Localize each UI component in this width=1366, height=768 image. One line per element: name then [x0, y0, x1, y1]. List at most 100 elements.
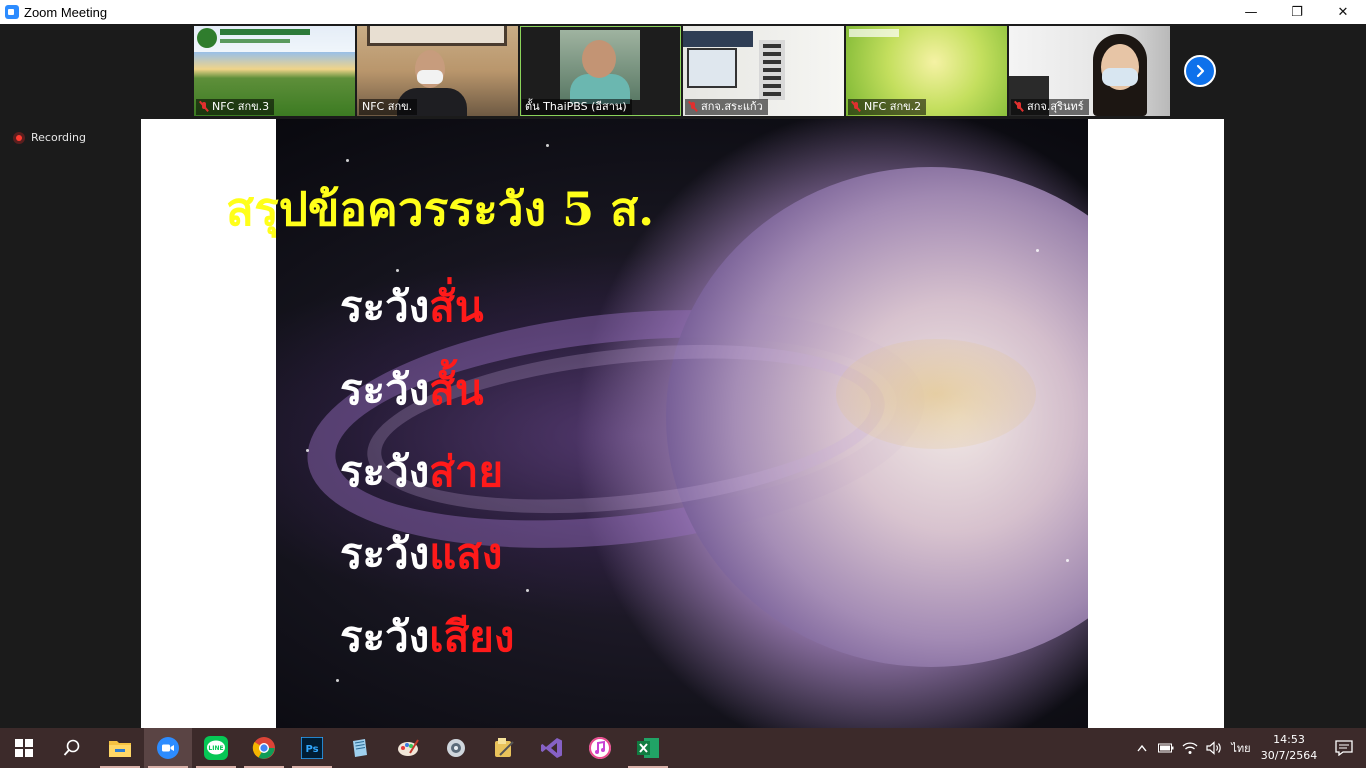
close-button[interactable]: ✕: [1320, 0, 1366, 24]
face-mask: [1102, 68, 1138, 86]
face-mask: [417, 70, 443, 84]
participant-strip: NFC สกข.3 NFC สกข. ตั้น ThaiPBS (อีสาน): [194, 26, 1170, 116]
virtual-background-logo: [849, 29, 899, 37]
meeting-area: NFC สกข.3 NFC สกข. ตั้น ThaiPBS (อีสาน): [0, 24, 1366, 728]
volume-button[interactable]: [1202, 728, 1226, 768]
visual-studio-icon: [541, 738, 562, 758]
taskbar-tools[interactable]: [480, 728, 528, 768]
participant-tile[interactable]: NFC สกข.: [357, 26, 518, 116]
bullet-highlight: ส่าย: [429, 447, 504, 496]
window-controls: — ❐ ✕: [1228, 0, 1366, 24]
taskbar-excel[interactable]: [624, 728, 672, 768]
window-title: Zoom Meeting: [24, 4, 108, 20]
monitor: [687, 48, 737, 88]
notepad-icon: [353, 739, 367, 757]
recording-icon: [13, 131, 25, 144]
taskbar-photos[interactable]: [432, 728, 480, 768]
logo-text-line: [220, 39, 290, 43]
windows-logo-icon: [15, 739, 33, 757]
logo-text-line: [220, 29, 310, 35]
slide-bullet: ระวังส่าย: [340, 444, 503, 500]
windows-taskbar: LINE Ps ไทย 14:53 30/7/2564: [0, 728, 1366, 768]
clock[interactable]: 14:53 30/7/2564: [1256, 732, 1322, 764]
clock-date: 30/7/2564: [1260, 749, 1318, 762]
notice-board: [759, 40, 785, 100]
excel-icon: [637, 738, 659, 758]
participant-name: สกจ.สุรินทร์: [1027, 100, 1084, 113]
mic-muted-icon: [1014, 101, 1024, 113]
participant-tile-active-speaker[interactable]: ตั้น ThaiPBS (อีสาน): [520, 26, 681, 116]
taskbar-file-explorer[interactable]: [96, 728, 144, 768]
planet-glow: [836, 339, 1036, 449]
star: [1066, 559, 1069, 562]
start-button[interactable]: [0, 728, 48, 768]
org-logo-icon: [197, 28, 217, 48]
star: [546, 144, 549, 147]
shared-screen: สรุปข้อควรระวัง 5 ส. ระวังสั่น ระวังสั้น…: [141, 119, 1224, 728]
clock-time: 14:53: [1273, 733, 1305, 746]
participant-name: NFC สกข.3: [212, 100, 270, 113]
taskbar-zoom[interactable]: [144, 728, 192, 768]
action-center-button[interactable]: [1322, 728, 1366, 768]
zoom-app-icon: [5, 5, 19, 19]
participant-name-label: NFC สกข.2: [848, 99, 927, 115]
star: [1036, 249, 1039, 252]
chevron-up-icon: [1137, 744, 1147, 752]
taskbar-photoshop[interactable]: Ps: [288, 728, 336, 768]
system-tray: ไทย 14:53 30/7/2564: [1130, 728, 1366, 768]
chrome-icon: [252, 737, 275, 759]
zoom-icon: [157, 737, 179, 759]
participant-name: NFC สกข.2: [864, 100, 922, 113]
bullet-prefix: ระวัง: [340, 365, 430, 414]
speaker-icon: [1206, 741, 1221, 755]
slide-bullet: ระวังเสียง: [340, 609, 514, 665]
search-icon: [63, 739, 80, 756]
wifi-icon: [1182, 742, 1198, 754]
participant-tile[interactable]: สกจ.สระแก้ว: [683, 26, 844, 116]
itunes-icon: [589, 737, 611, 759]
taskbar-itunes[interactable]: [576, 728, 624, 768]
minimize-button[interactable]: —: [1228, 0, 1274, 24]
taskbar-line[interactable]: LINE: [192, 728, 240, 768]
bullet-prefix: ระวัง: [340, 612, 430, 661]
slide-bullet: ระวังสั้น: [340, 362, 484, 418]
notification-icon: [1335, 740, 1353, 756]
chevron-right-icon: [1196, 64, 1205, 78]
taskbar-visual-studio[interactable]: [528, 728, 576, 768]
taskbar-paint[interactable]: [384, 728, 432, 768]
battery-button[interactable]: [1154, 728, 1178, 768]
title-bar: Zoom Meeting — ❐ ✕: [0, 0, 1366, 24]
show-hidden-icons-button[interactable]: [1130, 728, 1154, 768]
bullet-prefix: ระวัง: [340, 529, 430, 578]
battery-icon: [1158, 743, 1174, 753]
participant-tile[interactable]: NFC สกข.2: [846, 26, 1007, 116]
paint-icon: [398, 739, 419, 756]
mic-muted-icon: [851, 101, 861, 113]
participant-tile[interactable]: สกจ.สุรินทร์: [1009, 26, 1170, 116]
office-banner: [683, 31, 753, 47]
wifi-button[interactable]: [1178, 728, 1202, 768]
taskbar-notepad[interactable]: [336, 728, 384, 768]
slide-title: สรุปข้อควรระวัง 5 ส.: [226, 182, 655, 236]
restore-button[interactable]: ❐: [1274, 0, 1320, 24]
input-language-indicator[interactable]: ไทย: [1226, 739, 1256, 757]
participant-name-label: NFC สกข.: [359, 99, 418, 115]
photoshop-icon: Ps: [301, 737, 323, 759]
star: [336, 679, 339, 682]
star: [396, 269, 399, 272]
participant-tile[interactable]: NFC สกข.3: [194, 26, 355, 116]
participant-name: NFC สกข.: [362, 100, 413, 113]
search-button[interactable]: [48, 728, 96, 768]
participant-name: ตั้น ThaiPBS (อีสาน): [525, 100, 627, 113]
participant-name-label: ตั้น ThaiPBS (อีสาน): [522, 99, 632, 115]
recording-indicator[interactable]: Recording: [13, 131, 86, 144]
mic-muted-icon: [688, 101, 698, 113]
participant-name-label: NFC สกข.3: [196, 99, 275, 115]
taskbar-chrome[interactable]: [240, 728, 288, 768]
mic-muted-icon: [199, 101, 209, 113]
slide-bullet: ระวังแสง: [340, 526, 502, 582]
next-participants-button[interactable]: [1184, 55, 1216, 87]
star: [526, 589, 529, 592]
wall-frame: [367, 26, 507, 46]
bullet-prefix: ระวัง: [340, 282, 430, 331]
